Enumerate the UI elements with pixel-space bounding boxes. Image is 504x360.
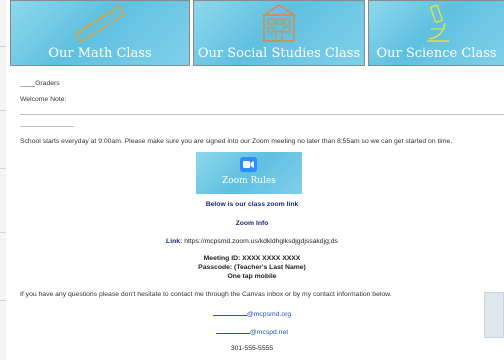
email-line-2[interactable]: @mcspd.net [0, 327, 504, 336]
social-studies-class-tile[interactable]: Our Social Studies Class [193, 0, 365, 66]
one-tap-mobile: One tap mobile [227, 273, 277, 280]
graders-line: ____Graders [20, 80, 60, 87]
email-1-user-blank [212, 309, 247, 316]
link-label: Link: [166, 238, 183, 245]
class-banner-row: Our Math Class Our Social Studies Class … [10, 0, 504, 66]
meeting-id: Meeting ID: XXXX XXXX XXXX [203, 255, 301, 262]
left-sidebar-edge [0, 0, 6, 360]
passcode: Passcode: (Teacher's Last Name) [198, 264, 306, 271]
zoom-camera-icon [240, 157, 257, 172]
email-1-domain[interactable]: @mcpsmd.org [247, 311, 291, 318]
divider [20, 114, 504, 115]
social-studies-class-label: Our Social Studies Class [197, 46, 361, 61]
phone-number: 301-555-5555 [230, 345, 274, 352]
welcome-note: Welcome Note: [20, 96, 67, 103]
school-start-note: School starts everyday at 9:00am. Please… [20, 138, 453, 145]
zoom-link-url[interactable]: https://mcpsmd.zoom.us/kdkldhglksdjgdjss… [184, 238, 338, 245]
ruler-icon [74, 5, 126, 43]
short-divider [20, 126, 74, 127]
zoom-rules-label: Zoom Rules [222, 176, 276, 186]
science-class-label: Our Science Class [376, 46, 497, 61]
science-class-tile[interactable]: Our Science Class [368, 0, 504, 66]
email-line-1[interactable]: @mcpsmd.org [0, 309, 504, 318]
zoom-link-line: Link: https://mcpsmd.zoom.us/kdkldhglksd… [0, 238, 504, 245]
sidebar-tick [0, 110, 6, 111]
page-thumbnail-preview[interactable] [484, 292, 504, 338]
zoom-info-heading: Zoom Info [235, 220, 269, 227]
school-building-icon [261, 4, 297, 42]
class-zoom-link-heading: Below is our class zoom link [205, 201, 299, 208]
sidebar-tick [0, 46, 6, 47]
sidebar-tick [0, 232, 6, 233]
email-2-user-blank [215, 327, 250, 334]
email-2-domain[interactable]: @mcspd.net [250, 329, 288, 336]
sidebar-tick [0, 168, 6, 169]
microscope-icon [426, 4, 449, 42]
math-class-label: Our Math Class [48, 46, 152, 61]
math-class-tile[interactable]: Our Math Class [10, 0, 190, 66]
questions-note: If you have any questions please don't h… [20, 291, 392, 298]
sidebar-tick [0, 300, 6, 301]
zoom-rules-button[interactable]: Zoom Rules [196, 152, 302, 194]
